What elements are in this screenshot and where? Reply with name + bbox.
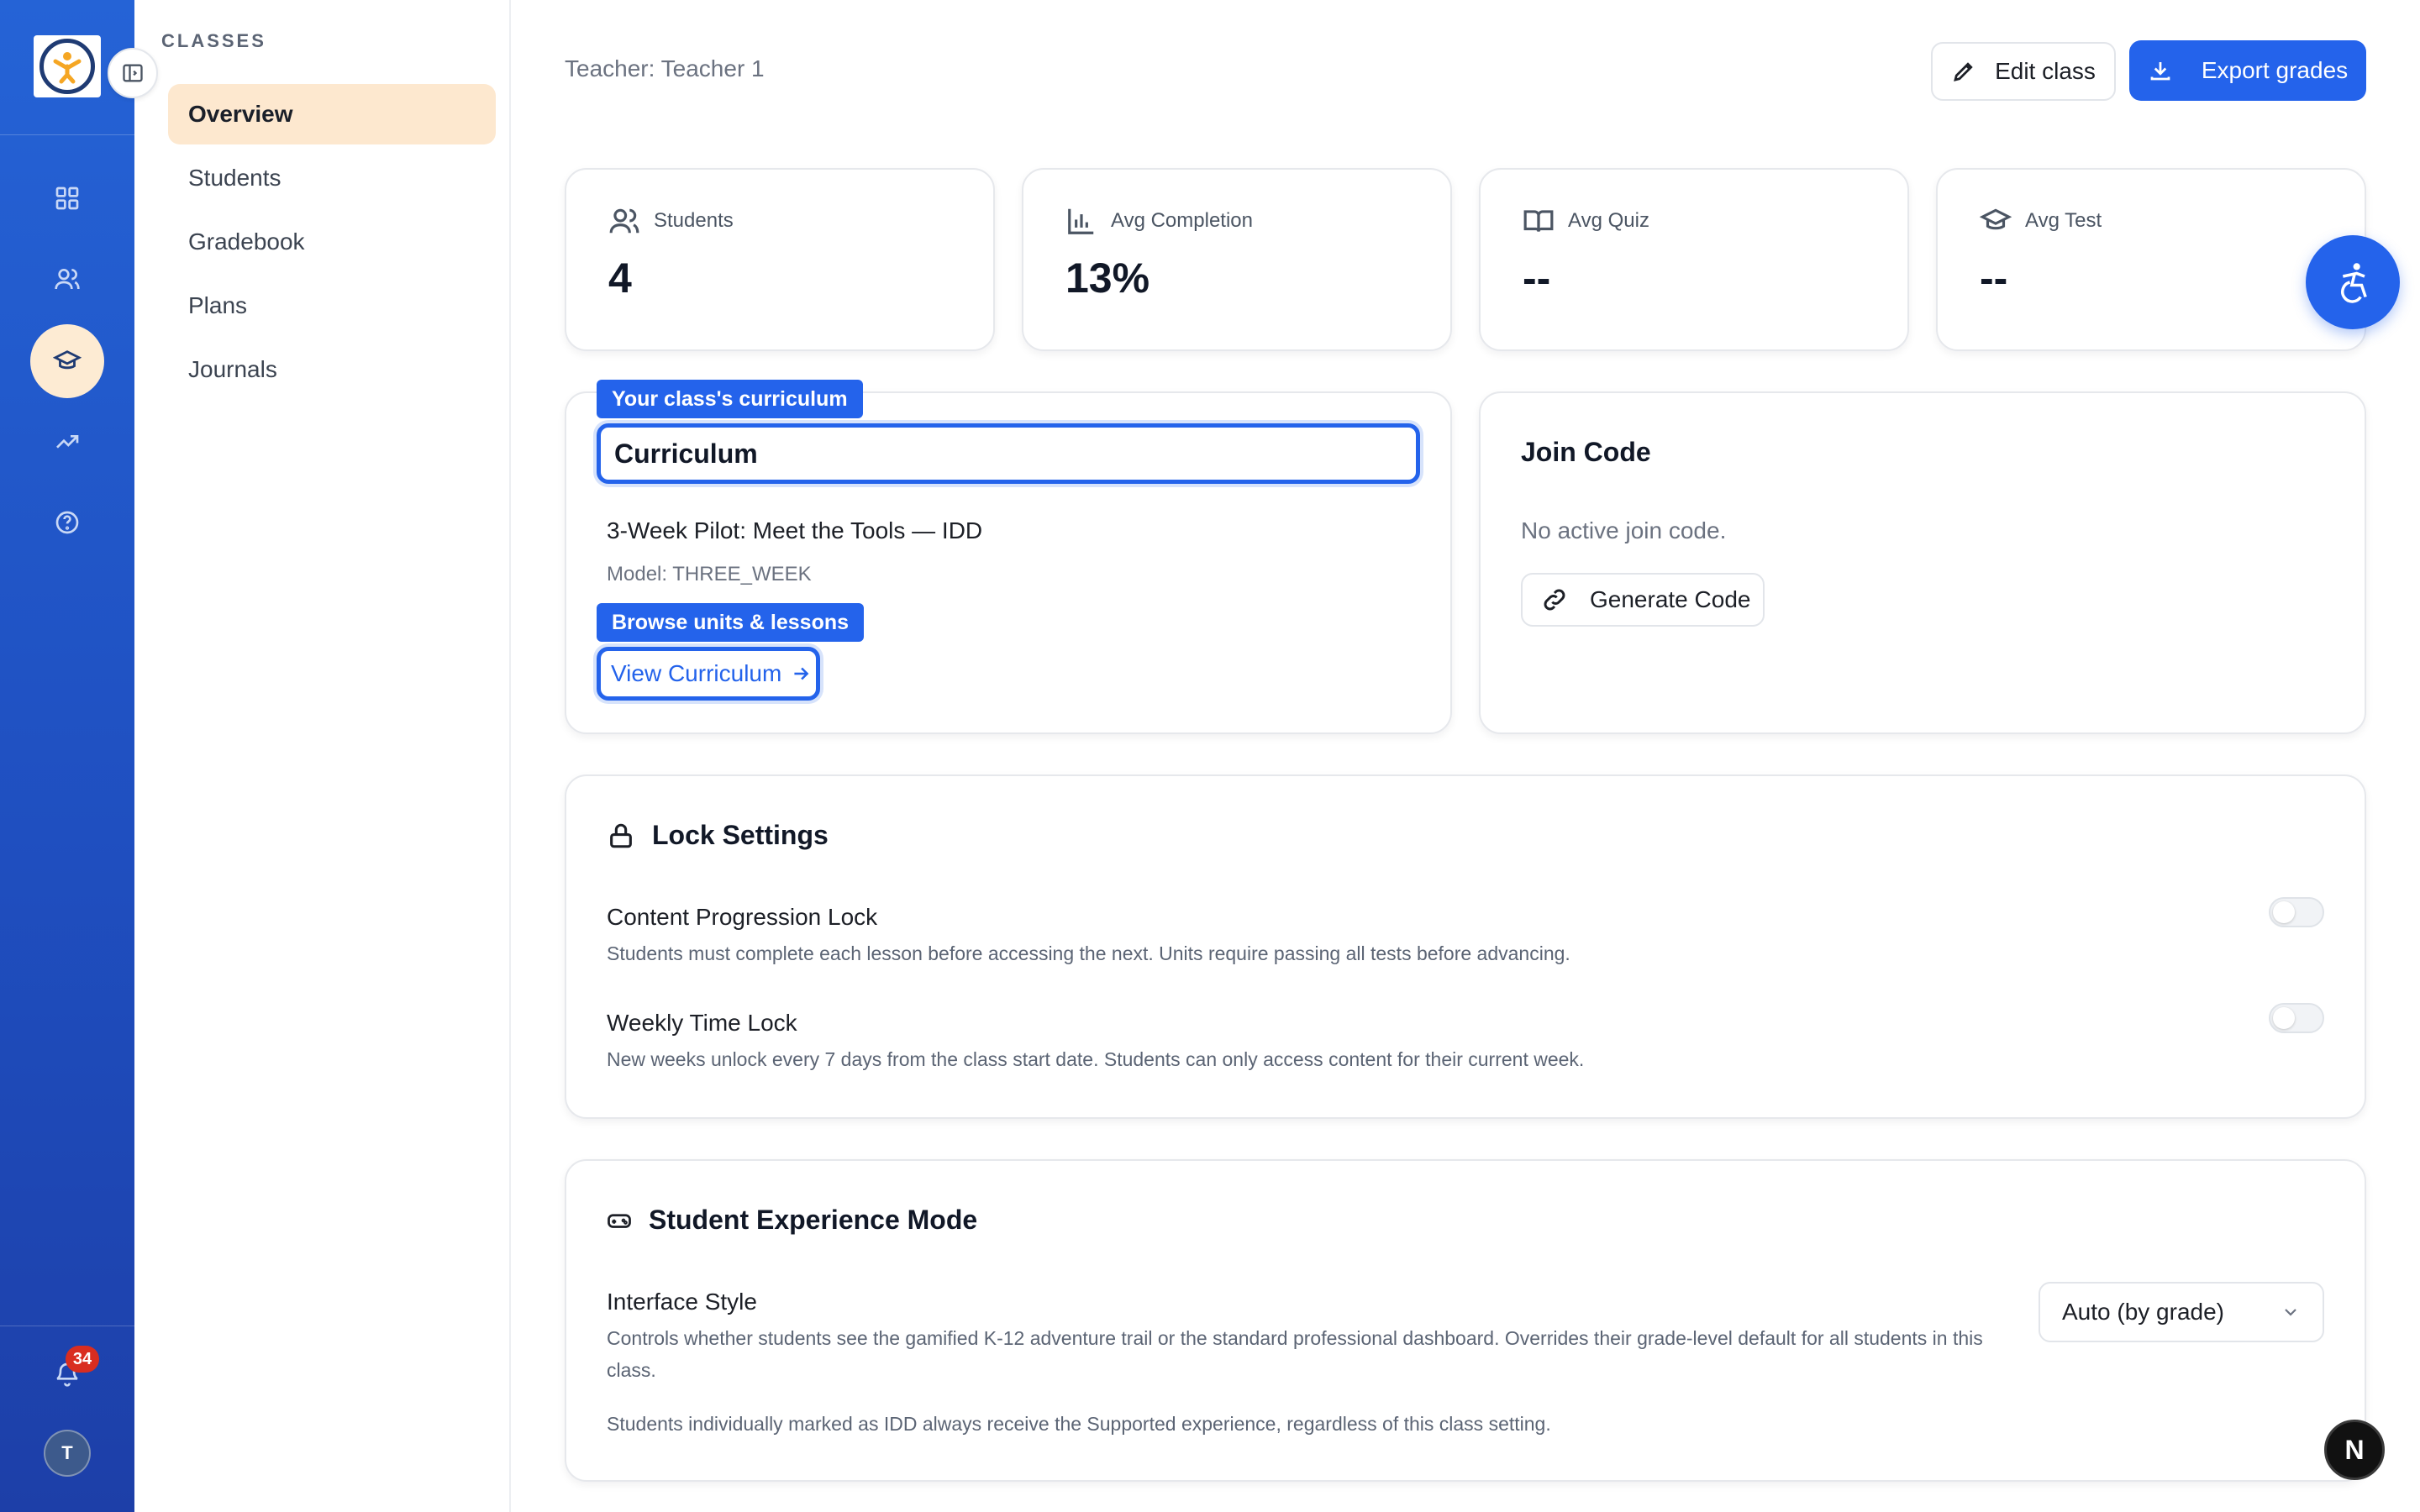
- users-icon[interactable]: [42, 254, 92, 304]
- stat-label: Students: [654, 209, 734, 232]
- experience-heading: Student Experience Mode: [607, 1205, 977, 1236]
- trending-up-icon[interactable]: [42, 417, 92, 467]
- interface-style-select[interactable]: Auto (by grade): [2039, 1282, 2324, 1342]
- content-lock-toggle[interactable]: [2269, 897, 2324, 927]
- logo-mark-icon: [39, 39, 95, 94]
- stat-label-row: Avg Completion: [1065, 205, 1253, 237]
- content-lock-desc: Students must complete each lesson befor…: [607, 942, 1570, 964]
- curriculum-title[interactable]: Curriculum: [597, 423, 1420, 484]
- edit-class-label: Edit class: [1995, 58, 2096, 84]
- graduation-cap-icon[interactable]: [30, 324, 104, 398]
- stat-label: Avg Completion: [1111, 209, 1253, 232]
- curriculum-model: Model: THREE_WEEK: [607, 563, 812, 585]
- generate-code-label: Generate Code: [1590, 586, 1751, 612]
- export-grades-label: Export grades: [2201, 57, 2349, 83]
- stat-label-row: Avg Test: [1980, 205, 2102, 237]
- export-grades-button[interactable]: Export grades: [2129, 40, 2366, 101]
- generate-code-button[interactable]: Generate Code: [1521, 573, 1765, 627]
- curriculum-tooltip-tag: Your class's curriculum: [597, 380, 863, 418]
- gamepad-icon: [608, 1213, 631, 1228]
- bar-chart-icon: [1068, 208, 1094, 234]
- interface-style-label: Interface Style: [607, 1289, 757, 1315]
- weekly-lock-label: Weekly Time Lock: [607, 1010, 797, 1036]
- dashboard-icon[interactable]: [42, 173, 92, 223]
- browse-units-tag: Browse units & lessons: [597, 603, 865, 642]
- experience-title: Student Experience Mode: [649, 1205, 978, 1235]
- stat-card-avg-completion: Avg Completion 13%: [1022, 168, 1452, 351]
- graduation-cap-icon: [1980, 208, 2012, 230]
- book-open-icon: [1523, 210, 1554, 232]
- interface-style-desc: Controls whether students see the gamifi…: [607, 1327, 1983, 1381]
- join-code-status: No active join code.: [1521, 517, 1727, 543]
- subnav-item-plans[interactable]: Plans: [168, 276, 496, 336]
- lock-settings-title: Lock Settings: [652, 820, 829, 850]
- lock-settings-heading: Lock Settings: [607, 820, 829, 851]
- stat-label: Avg Test: [2025, 209, 2102, 232]
- subnav-item-gradebook[interactable]: Gradebook: [168, 212, 496, 272]
- join-code-title: Join Code: [1521, 437, 1651, 467]
- collapse-sidebar-button[interactable]: [108, 48, 158, 98]
- stat-card-avg-quiz: Avg Quiz --: [1479, 168, 1909, 351]
- curriculum-name: 3-Week Pilot: Meet the Tools — IDD: [607, 517, 983, 543]
- edit-class-button[interactable]: Edit class: [1931, 42, 2116, 101]
- stat-value: 4: [608, 255, 632, 302]
- content-lock-label: Content Progression Lock: [607, 904, 878, 930]
- notification-count-badge: 34: [66, 1346, 99, 1373]
- stat-value: --: [1523, 255, 1551, 302]
- users-icon: [609, 208, 639, 234]
- link-icon: [1544, 589, 1565, 611]
- app-logo[interactable]: [34, 35, 101, 97]
- subnav-item-journals[interactable]: Journals: [168, 339, 496, 400]
- view-curriculum-link[interactable]: View Curriculum: [597, 647, 820, 701]
- stat-value: 13%: [1065, 255, 1150, 302]
- stat-card-students: Students 4: [565, 168, 995, 351]
- pencil-icon: [1954, 62, 1973, 81]
- download-icon: [2150, 62, 2170, 81]
- idd-note: Students individually marked as IDD alwa…: [607, 1413, 1551, 1435]
- subnav-item-students[interactable]: Students: [168, 148, 496, 208]
- stat-card-avg-test: Avg Test --: [1936, 168, 2366, 351]
- interface-style-value: Auto (by grade): [2062, 1299, 2224, 1325]
- accessibility-icon: [2341, 263, 2367, 303]
- stat-label-row: Avg Quiz: [1523, 205, 1649, 237]
- rail-divider: [0, 134, 134, 135]
- user-avatar[interactable]: T: [44, 1430, 91, 1477]
- subnav-section-title: CLASSES: [161, 30, 266, 51]
- classes-subnav: CLASSES Overview Students Gradebook Plan…: [134, 0, 511, 1512]
- dev-tools-badge[interactable]: N: [2324, 1420, 2385, 1480]
- stat-label: Avg Quiz: [1568, 209, 1649, 232]
- icon-rail: 34 T: [0, 0, 134, 1512]
- chevron-down-icon: [2285, 1309, 2296, 1316]
- stat-label-row: Students: [608, 205, 734, 237]
- subnav-item-overview[interactable]: Overview: [168, 84, 496, 144]
- help-circle-icon[interactable]: [42, 497, 92, 548]
- stat-value: --: [1980, 255, 2008, 302]
- weekly-lock-toggle[interactable]: [2269, 1003, 2324, 1033]
- view-curriculum-label: View Curriculum: [611, 660, 782, 686]
- teacher-name: Teacher: Teacher 1: [565, 55, 765, 81]
- lock-icon: [610, 823, 632, 848]
- sidebar-toggle-icon: [123, 64, 143, 82]
- arrow-right-icon: [794, 667, 809, 680]
- accessibility-button[interactable]: [2306, 235, 2400, 329]
- weekly-lock-desc: New weeks unlock every 7 days from the c…: [607, 1048, 1585, 1070]
- spacer: [1479, 391, 1481, 393]
